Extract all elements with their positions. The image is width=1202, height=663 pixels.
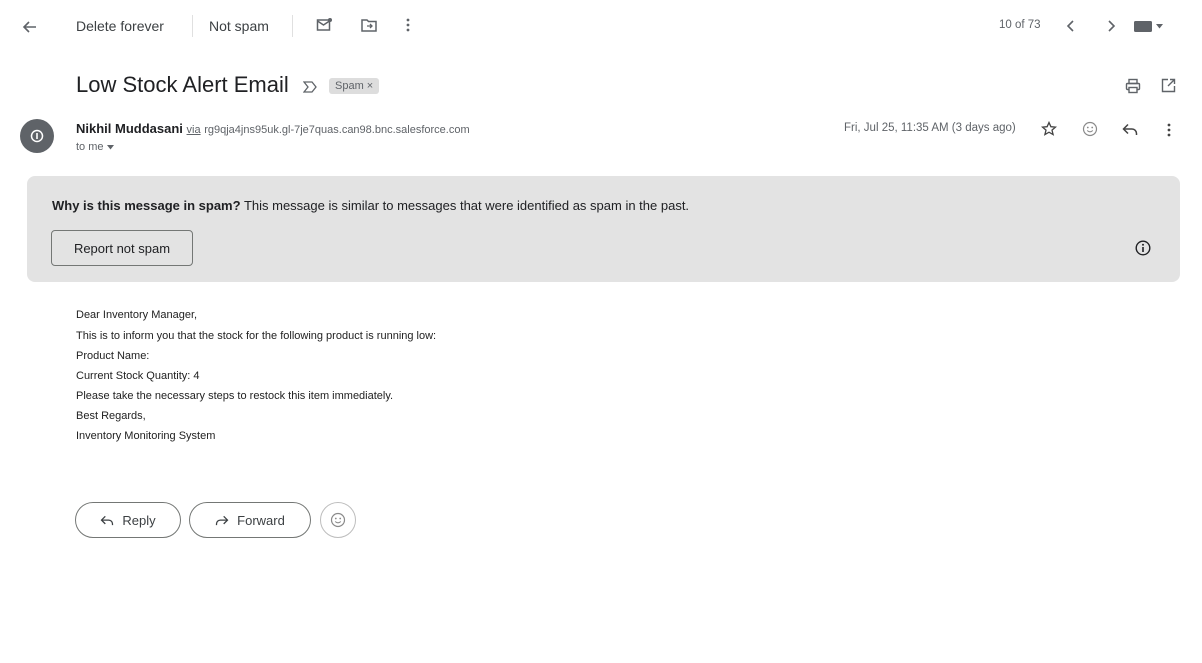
recipient-label: to me xyxy=(76,141,104,153)
reply-icon-button[interactable] xyxy=(1122,123,1138,136)
print-button[interactable] xyxy=(1125,78,1141,94)
reply-icon xyxy=(100,515,114,525)
input-tools-button[interactable] xyxy=(1134,21,1163,32)
chevron-down-icon xyxy=(1156,24,1163,29)
print-icon xyxy=(1125,78,1141,94)
forward-label: Forward xyxy=(237,512,285,528)
body-line: Inventory Monitoring System xyxy=(76,430,216,442)
body-line: Best Regards, xyxy=(76,410,146,422)
body-line: Product Name: xyxy=(76,350,150,362)
sender-avatar[interactable] xyxy=(20,119,54,153)
report-not-spam-button[interactable]: Report not spam xyxy=(51,230,193,266)
body-line: Dear Inventory Manager, xyxy=(76,309,198,321)
back-button[interactable] xyxy=(22,19,38,35)
move-to-folder-icon xyxy=(361,19,377,32)
spam-question: Why is this message in spam? xyxy=(52,198,241,213)
add-reaction-button[interactable] xyxy=(1082,121,1098,137)
keyboard-icon xyxy=(1134,21,1152,32)
star-button[interactable] xyxy=(1041,121,1057,137)
spam-label-chip: Spam × xyxy=(329,78,380,94)
toolbar-divider xyxy=(292,15,293,37)
pagination-label: 10 of 73 xyxy=(999,19,1041,31)
react-emoji-button[interactable] xyxy=(320,502,356,538)
emoji-icon xyxy=(1082,121,1098,137)
more-vert-icon xyxy=(406,18,410,32)
spam-warning-banner xyxy=(27,176,1180,282)
body-line: Current Stock Quantity: 4 xyxy=(76,370,200,382)
arrow-left-icon xyxy=(22,21,36,33)
emoji-icon xyxy=(330,512,346,528)
email-subject: Low Stock Alert Email xyxy=(76,72,289,97)
open-new-window-button[interactable] xyxy=(1161,78,1176,93)
importance-marker-button[interactable] xyxy=(303,81,317,93)
remove-label-icon[interactable]: × xyxy=(367,80,373,92)
open-in-new-icon xyxy=(1161,78,1176,93)
delete-forever-button[interactable]: Delete forever xyxy=(76,18,164,34)
spam-explanation: Why is this message in spam? This messag… xyxy=(52,198,689,213)
mark-unread-icon xyxy=(316,18,332,31)
info-icon xyxy=(1135,240,1151,256)
older-button[interactable] xyxy=(1106,19,1116,33)
body-line: This is to inform you that the stock for… xyxy=(76,330,437,342)
not-spam-button[interactable]: Not spam xyxy=(209,18,269,34)
message-more-button[interactable] xyxy=(1167,123,1171,137)
toolbar-divider xyxy=(192,15,193,37)
forward-button[interactable]: Forward xyxy=(189,502,311,538)
reply-button[interactable]: Reply xyxy=(75,502,181,538)
chevron-right-icon xyxy=(1108,20,1116,32)
sender-name[interactable]: Nikhil Muddasani xyxy=(76,121,183,136)
avatar-info-icon xyxy=(30,129,44,143)
spam-info-button[interactable] xyxy=(1135,240,1151,256)
via-link[interactable]: via xyxy=(187,124,201,136)
forward-icon xyxy=(216,515,229,525)
chevron-left-icon xyxy=(1066,20,1074,32)
newer-button[interactable] xyxy=(1066,19,1076,33)
recipient-details[interactable]: to me xyxy=(76,141,114,153)
spam-label-text: Spam xyxy=(335,80,364,92)
body-line: Please take the necessary steps to resto… xyxy=(76,390,394,402)
chevron-down-icon xyxy=(106,144,114,149)
sender-domain: rg9qja4jns95uk.gl-7je7quas.can98.bnc.sal… xyxy=(204,124,470,136)
star-icon xyxy=(1041,121,1057,136)
mark-unread-button[interactable] xyxy=(316,17,332,33)
reply-icon xyxy=(1122,123,1138,135)
reply-label: Reply xyxy=(122,512,156,528)
importance-marker-icon xyxy=(303,81,317,93)
message-date: Fri, Jul 25, 11:35 AM (3 days ago) xyxy=(844,122,1016,134)
more-options-button[interactable] xyxy=(406,18,410,32)
move-to-button[interactable] xyxy=(361,18,377,32)
spam-reason: This message is similar to messages that… xyxy=(243,198,690,213)
sender-line: Nikhil Muddasani via rg9qja4jns95uk.gl-7… xyxy=(76,121,470,136)
more-vert-icon xyxy=(1167,123,1171,137)
